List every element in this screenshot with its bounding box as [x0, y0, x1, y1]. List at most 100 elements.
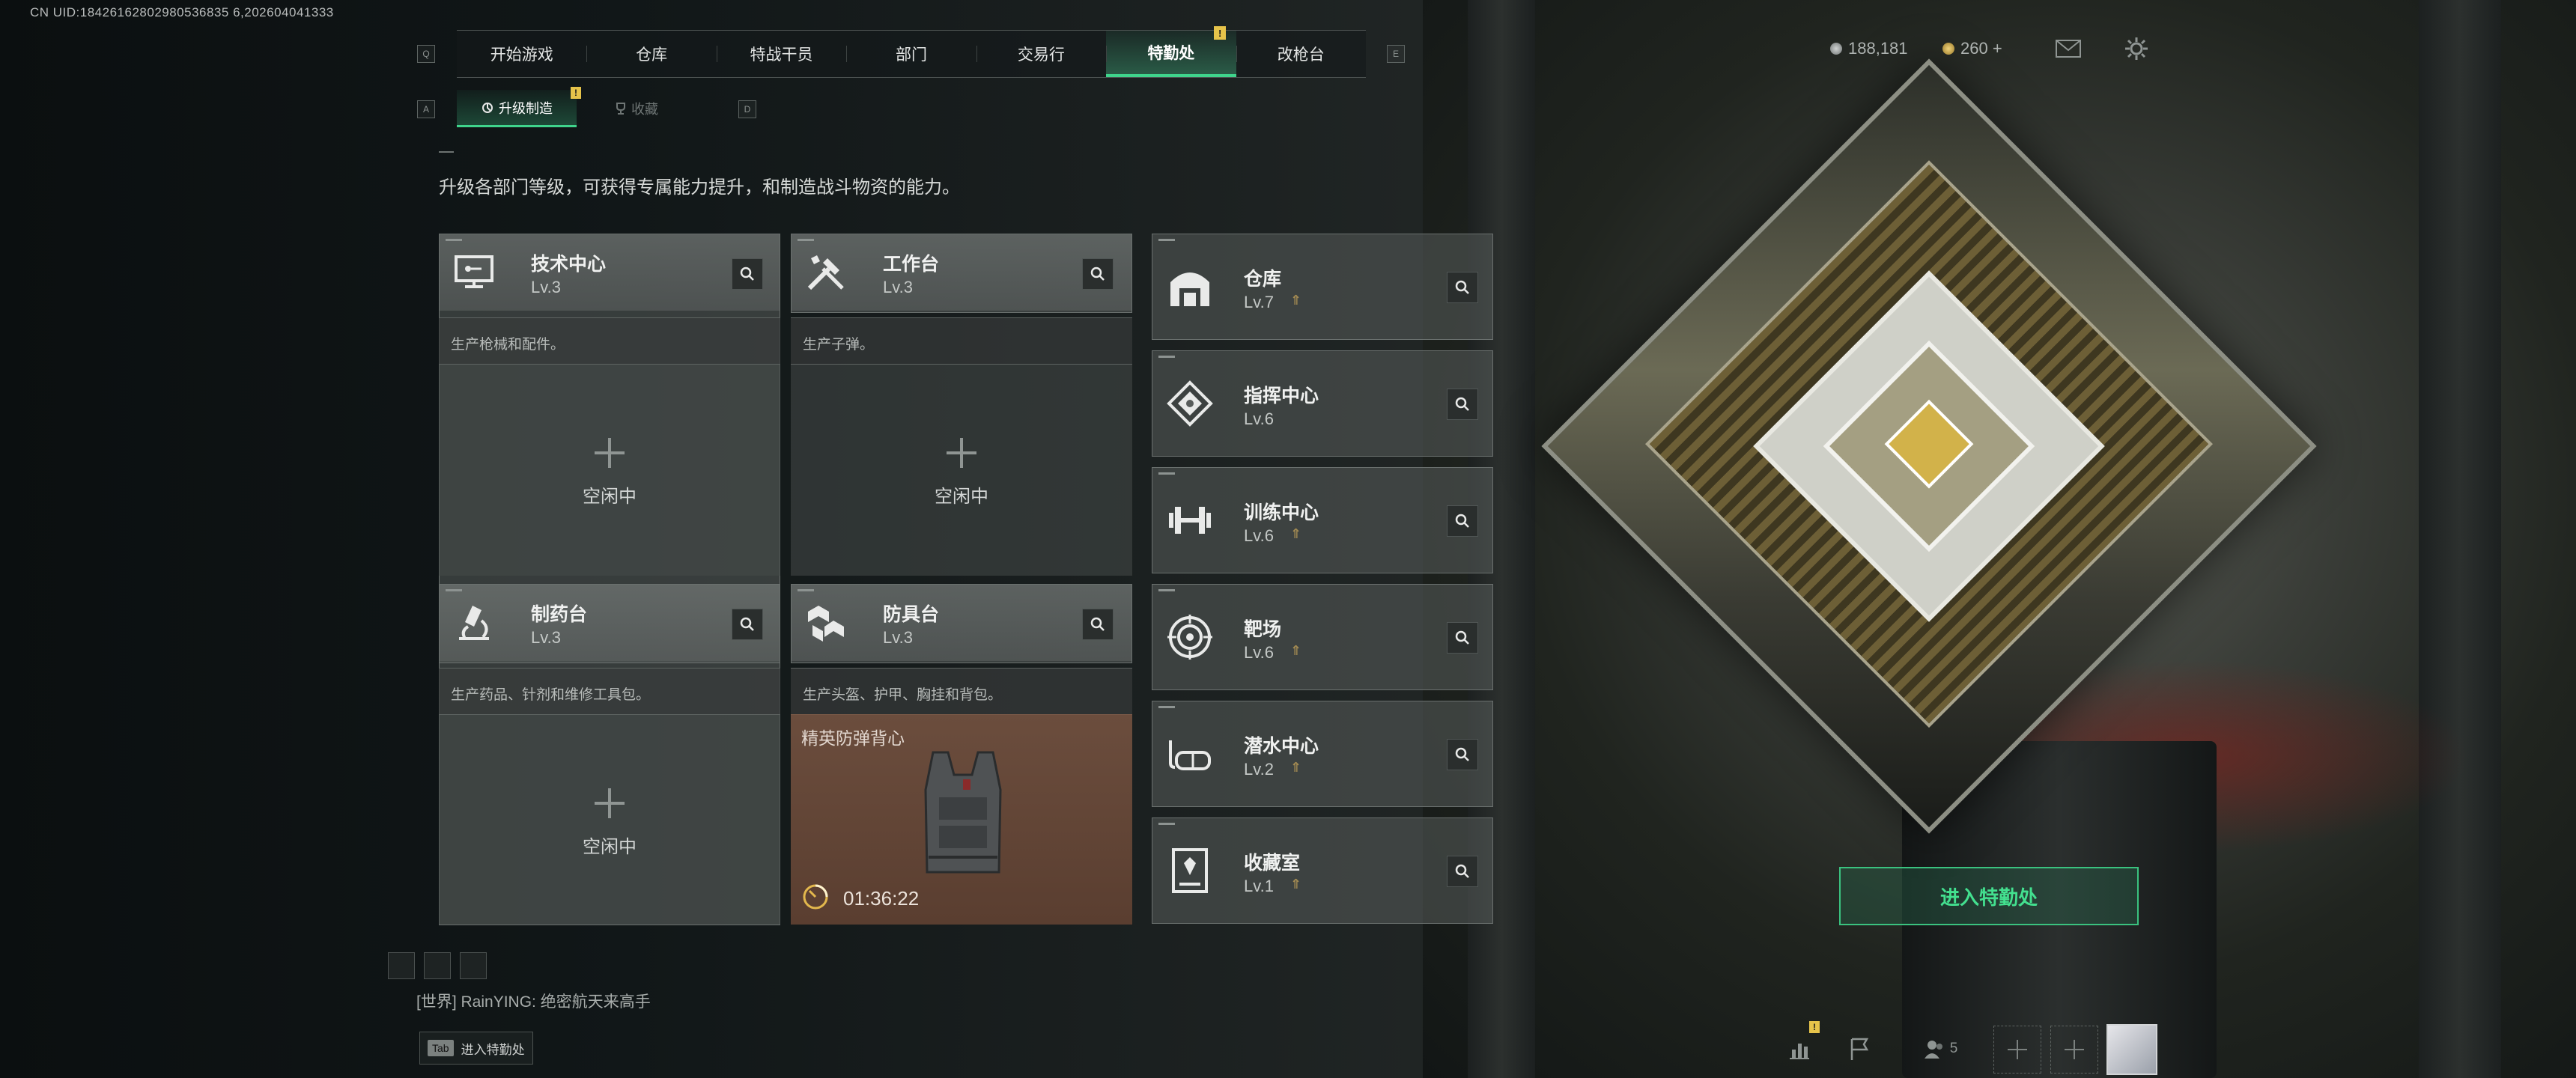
- dumbbell-icon: [1169, 507, 1211, 534]
- friends-count: 5: [1949, 1041, 1958, 1056]
- upgrade-available-icon: ⇑: [1290, 643, 1302, 658]
- search-icon[interactable]: [1447, 272, 1478, 303]
- add-teammate-button[interactable]: [1993, 1026, 2041, 1074]
- card-title: 收藏室: [1244, 853, 1301, 874]
- facility-command-center-card[interactable]: 指挥中心 Lv.6: [1152, 350, 1493, 457]
- tab-warehouse[interactable]: 仓库: [586, 31, 716, 77]
- target-icon: [1167, 615, 1212, 660]
- search-icon[interactable]: [1082, 609, 1114, 640]
- upgrade-available-icon: ⇑: [1290, 526, 1302, 541]
- silver-coin-icon: [1830, 43, 1842, 55]
- facility-training-center-card[interactable]: 训练中心 Lv.6 ⇑: [1152, 467, 1493, 573]
- slot-status: 空闲中: [583, 837, 637, 857]
- production-slot[interactable]: 空闲中: [791, 364, 1132, 576]
- card-level: Lv.3: [531, 278, 561, 296]
- flag-icon[interactable]: [1839, 1029, 1880, 1069]
- search-icon[interactable]: [1447, 739, 1478, 770]
- friends-button[interactable]: 5: [1914, 1029, 1966, 1069]
- key-hint-q: Q: [417, 45, 435, 63]
- add-icon: [595, 438, 625, 468]
- enter-special-ops-button[interactable]: 进入特勤处: [1839, 867, 2139, 925]
- search-icon[interactable]: [1447, 389, 1478, 420]
- upgrade-available-icon: ⇑: [1290, 760, 1302, 775]
- chat-text: 绝密航天来高手: [540, 993, 651, 1011]
- chat-channel-toggle[interactable]: [460, 952, 487, 979]
- alert-badge: !: [1809, 1021, 1820, 1033]
- upgrade-available-icon: ⇑: [1290, 877, 1302, 892]
- main-nav-tabs: 开始游戏 仓库 特战干员 部门 交易行 特勤处 ! 改枪台: [457, 26, 1366, 78]
- tab-key-hint: Tab: [428, 1040, 454, 1056]
- slot-status: 空闲中: [583, 487, 637, 507]
- tab-start-game[interactable]: 开始游戏: [457, 31, 586, 77]
- card-title: 靶场: [1244, 619, 1282, 640]
- search-icon[interactable]: [1447, 505, 1478, 537]
- card-title: 防具台: [883, 604, 940, 625]
- bulletproof-vest-image: [924, 751, 1002, 874]
- tab-trading[interactable]: 交易行: [976, 31, 1106, 77]
- divider: [439, 151, 454, 153]
- workbench-icon: [807, 255, 844, 290]
- card-title: 指挥中心: [1244, 386, 1319, 406]
- armor-bench-card[interactable]: 防具台 Lv.3: [791, 584, 1132, 663]
- gold-currency[interactable]: 260 +: [1942, 39, 2002, 58]
- card-subtitle: 生产枪械和配件。: [439, 317, 780, 365]
- settings-gear-icon[interactable]: [2124, 36, 2149, 65]
- player-avatar[interactable]: [2106, 1024, 2157, 1075]
- chat-channel: [世界]: [416, 993, 457, 1011]
- tab-upgrade-craft[interactable]: 升级制造 !: [457, 87, 581, 127]
- tab-operators[interactable]: 特战干员: [716, 31, 846, 77]
- facility-shooting-range-card[interactable]: 靶场 Lv.6 ⇑: [1152, 584, 1493, 690]
- facility-collection-room-card[interactable]: 收藏室 Lv.1 ⇑: [1152, 817, 1493, 924]
- card-level: Lv.7: [1244, 293, 1274, 311]
- facility-diving-center-card[interactable]: 潜水中心 Lv.2 ⇑: [1152, 701, 1493, 807]
- card-level: Lv.3: [883, 628, 913, 647]
- diving-mask-icon: [1169, 740, 1211, 770]
- tab-collection[interactable]: 收藏: [577, 90, 696, 127]
- chat-message[interactable]: [世界] RainYING: 绝密航天来高手: [416, 990, 651, 1012]
- stats-bar-chart-icon[interactable]: !: [1779, 1021, 1820, 1069]
- production-slot[interactable]: 空闲中: [439, 714, 780, 925]
- tech-center-icon: [455, 255, 493, 288]
- production-slot[interactable]: 空闲中: [439, 364, 780, 576]
- facility-warehouse-card[interactable]: 仓库 Lv.7 ⇑: [1152, 234, 1493, 340]
- tab-gunsmith[interactable]: 改枪台: [1236, 31, 1366, 77]
- workbench-card[interactable]: 工作台 Lv.3: [791, 234, 1132, 313]
- card-level: Lv.2: [1244, 760, 1274, 779]
- key-hint-e: E: [1387, 45, 1405, 63]
- add-icon: [947, 438, 976, 468]
- command-center-icon: [1167, 380, 1213, 427]
- search-icon[interactable]: [1447, 856, 1478, 887]
- microscope-icon: [459, 606, 489, 640]
- card-title: 潜水中心: [1244, 736, 1319, 757]
- tab-special-ops[interactable]: 特勤处 !: [1106, 26, 1236, 77]
- card-level: Lv.3: [531, 628, 561, 647]
- trophy-icon: [616, 103, 625, 115]
- upgrade-available-icon: ⇑: [1290, 293, 1302, 308]
- search-icon[interactable]: [732, 258, 763, 290]
- tab-hint-enter-special-ops[interactable]: Tab 进入特勤处: [419, 1032, 533, 1065]
- card-title: 训练中心: [1244, 502, 1319, 523]
- chat-channel-toggle[interactable]: [424, 952, 451, 979]
- chat-user: RainYING: [461, 993, 532, 1011]
- search-icon[interactable]: [732, 609, 763, 640]
- card-level: Lv.3: [883, 278, 913, 296]
- friends-icon: [1924, 1041, 1942, 1059]
- card-subtitle: 生产子弹。: [791, 317, 1132, 365]
- card-level: Lv.6: [1244, 643, 1274, 662]
- background-pillar: [2419, 0, 2501, 1078]
- warehouse-icon: [1170, 272, 1209, 306]
- pharmacy-card[interactable]: 制药台 Lv.3: [439, 584, 780, 663]
- mail-icon[interactable]: [2055, 39, 2082, 62]
- tab-department[interactable]: 部门: [846, 31, 976, 77]
- crafting-item-slot[interactable]: 精英防弹背心 01:36:22: [791, 714, 1132, 925]
- timer-icon: [801, 883, 830, 911]
- search-icon[interactable]: [1447, 622, 1478, 654]
- silver-currency[interactable]: 188,181: [1830, 39, 1908, 58]
- add-icon: [595, 788, 625, 818]
- chat-channel-toggle[interactable]: [388, 952, 415, 979]
- add-teammate-button[interactable]: [2050, 1026, 2098, 1074]
- search-icon[interactable]: [1082, 258, 1114, 290]
- uid-label: CN UID:18426162802980536835 6,2026040413…: [30, 5, 334, 19]
- key-hint-a: A: [417, 100, 435, 118]
- blocks-icon: [808, 606, 844, 642]
